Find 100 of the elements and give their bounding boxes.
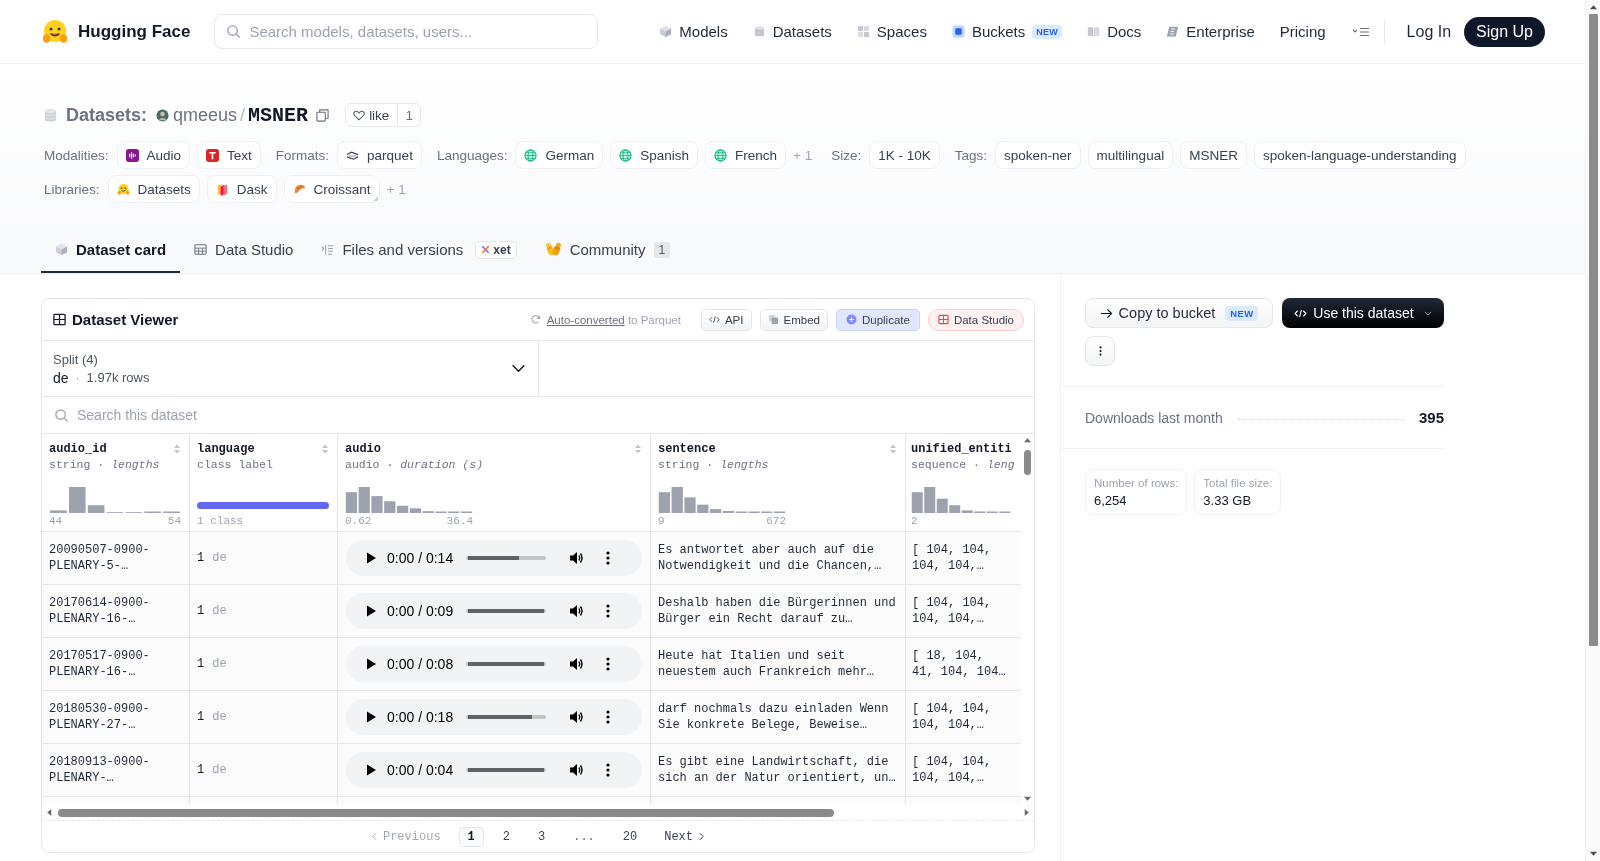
like-button[interactable]: like 1 <box>345 103 421 127</box>
nav-link[interactable]: Pricing <box>1279 23 1326 40</box>
tag-chip[interactable]: Text <box>197 141 261 169</box>
tag-chip[interactable]: German <box>515 141 604 169</box>
progress-track[interactable] <box>466 556 547 560</box>
play-icon[interactable] <box>366 711 376 723</box>
page-button[interactable]: 2 <box>493 826 519 847</box>
stat-value: 3.33 GB <box>1203 493 1253 508</box>
tag-chip[interactable]: Spanish <box>610 141 699 169</box>
more-icon[interactable] <box>606 710 611 724</box>
owner-link[interactable]: qmeeus <box>173 104 238 126</box>
search-field[interactable]: Search models, datasets, users... <box>214 14 599 49</box>
split-value: de <box>53 369 69 386</box>
nav-link[interactable]: Models <box>659 23 728 40</box>
tag-chip[interactable]: parquet <box>337 141 422 169</box>
histogram-min-label: 2 <box>911 514 918 528</box>
search-icon <box>226 24 242 39</box>
split-dropdown[interactable]: Split (4) de · 1.97k rows <box>42 341 539 396</box>
auto-converted-link[interactable]: Auto-converted <box>546 313 625 326</box>
more-icon[interactable] <box>606 763 611 777</box>
arrow-down-icon[interactable] <box>1588 851 1598 857</box>
scroll-thumb[interactable] <box>1588 14 1598 646</box>
volume-icon[interactable] <box>569 657 586 671</box>
page-scrollbar[interactable] <box>1585 0 1600 861</box>
arrow-right-icon[interactable] <box>1024 808 1030 817</box>
tag-chip[interactable]: multilingual <box>1087 141 1174 169</box>
copy-bucket-button[interactable]: Copy to bucket NEW <box>1085 298 1273 328</box>
arrow-up-icon[interactable] <box>1023 437 1032 443</box>
arrow-down-icon[interactable] <box>1023 796 1032 802</box>
tag-chip[interactable]: French <box>705 141 787 169</box>
page-button[interactable]: 3 <box>529 826 555 847</box>
table-icon <box>194 243 208 256</box>
chevron-left-icon <box>371 832 377 841</box>
more-icon[interactable] <box>606 657 611 671</box>
class-index: 1 <box>197 762 205 778</box>
page-button[interactable]: 1 <box>458 826 484 847</box>
tab[interactable]: Dataset card <box>41 228 181 273</box>
column-header[interactable]: language class label 1 class <box>190 434 338 532</box>
nav-link[interactable]: Spaces <box>856 23 927 40</box>
tag-chip[interactable]: Audio <box>116 141 191 169</box>
more-icon[interactable] <box>606 551 611 565</box>
login-link[interactable]: Log In <box>1406 22 1452 41</box>
arrow-left-icon[interactable] <box>46 808 52 817</box>
scroll-thumb[interactable] <box>58 808 834 817</box>
histogram-min-label: 44 <box>49 514 63 528</box>
nav-link[interactable]: Buckets NEW <box>951 23 1063 40</box>
copy-icon[interactable] <box>316 108 330 122</box>
class-index: 1 <box>197 550 205 566</box>
nav-link[interactable]: Enterprise <box>1166 23 1255 40</box>
corner-triangle-icon <box>372 196 378 201</box>
tag-chip[interactable]: spoken-language-understanding <box>1253 141 1466 169</box>
split-row-count: 1.97k rows <box>86 370 150 385</box>
play-icon[interactable] <box>366 605 376 617</box>
viewer-action-button[interactable]: Embed <box>759 308 828 331</box>
column-name: sentence <box>658 441 716 457</box>
audio-time: 0:00 / 0:09 <box>387 603 454 619</box>
tag-chip[interactable]: MSNER <box>1180 141 1247 169</box>
scroll-thumb[interactable] <box>1024 450 1031 475</box>
nav-link[interactable]: Docs <box>1087 23 1142 40</box>
plus-circle-icon <box>845 314 857 325</box>
viewer-action-button[interactable]: Data Studio <box>927 308 1024 331</box>
more-icon[interactable] <box>606 604 611 618</box>
tag-chip[interactable]: Dask <box>206 175 277 203</box>
tag-chip[interactable]: spoken-ner <box>995 141 1081 169</box>
page-button[interactable]: 20 <box>613 826 647 847</box>
volume-icon[interactable] <box>569 551 586 565</box>
hands-icon <box>544 242 562 257</box>
tag-chip[interactable]: Datasets <box>107 175 200 203</box>
tab[interactable]: Data Studio <box>180 228 308 273</box>
use-dataset-button[interactable]: Use this dataset <box>1282 298 1444 328</box>
column-header[interactable]: audio audio · duration (s) 0.62 36.4 <box>338 434 651 532</box>
column-header[interactable]: audio_id string · lengths 44 54 <box>42 434 190 532</box>
menu-icon[interactable] <box>1351 26 1370 37</box>
file-list-icon <box>321 243 335 256</box>
column-header[interactable]: sentence string · lengths 9 672 <box>651 434 906 532</box>
tab[interactable]: Community 1 <box>530 228 685 273</box>
signup-button[interactable]: Sign Up <box>1464 16 1545 47</box>
repo-name[interactable]: MSNER <box>248 103 309 127</box>
smiley-logo-icon[interactable] <box>41 17 69 46</box>
meta-label: Size: <box>831 147 862 163</box>
arrow-up-icon[interactable] <box>1588 4 1598 10</box>
page-gap: ... <box>572 828 596 846</box>
volume-icon[interactable] <box>569 604 586 618</box>
tag-chip[interactable]: Croissant <box>283 175 380 203</box>
tag-chip[interactable]: 1K - 10K <box>869 141 940 169</box>
tab[interactable]: Files and versions xet <box>307 228 531 273</box>
volume-icon[interactable] <box>569 710 586 724</box>
volume-icon[interactable] <box>569 763 586 777</box>
nav-link[interactable]: Datasets <box>752 23 832 40</box>
next-page-button[interactable]: Next <box>656 826 712 847</box>
audio-time: 0:00 / 0:08 <box>387 656 454 672</box>
column-type: sequence · leng <box>911 457 1016 473</box>
brand-name[interactable]: Hugging Face <box>78 21 191 42</box>
play-icon[interactable] <box>366 658 376 670</box>
play-icon[interactable] <box>366 552 376 564</box>
column-name: audio <box>345 441 381 457</box>
viewer-action-button[interactable]: Duplicate <box>835 308 920 331</box>
progress-track[interactable] <box>466 715 547 719</box>
viewer-action-button[interactable]: API <box>700 308 752 331</box>
play-icon[interactable] <box>366 764 376 776</box>
